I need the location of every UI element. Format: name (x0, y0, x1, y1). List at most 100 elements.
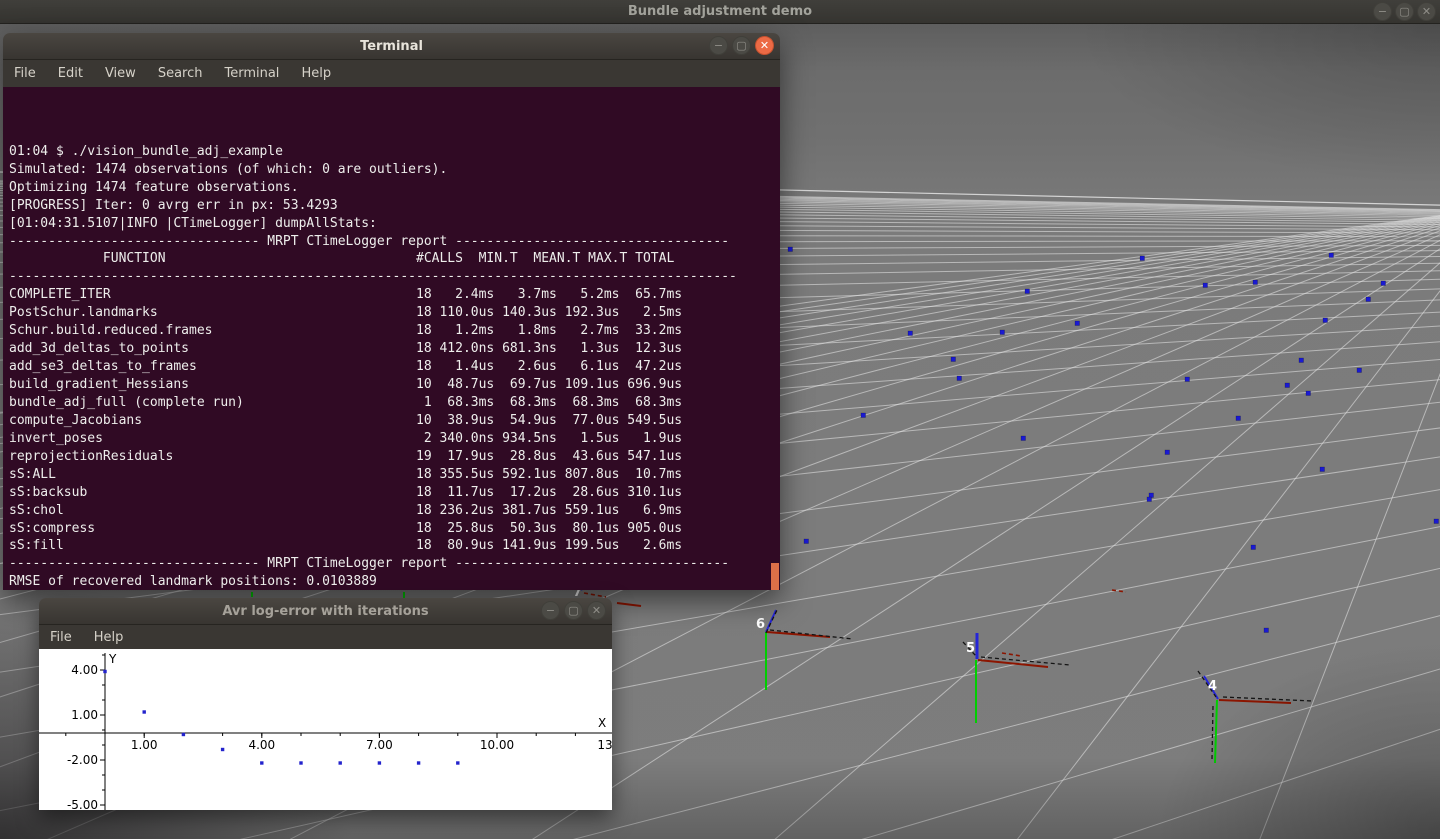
menu-item-edit[interactable]: Edit (47, 61, 94, 86)
minimize-button[interactable]: − (1373, 2, 1392, 21)
terminal-line: RMSE of recovered landmark positions: 0.… (9, 573, 780, 590)
x-tick-label: 4.00 (248, 738, 275, 752)
landmark-point (1329, 253, 1334, 258)
camera-frame-5: 5 (963, 633, 1070, 723)
landmark-point (1203, 283, 1208, 288)
landmark-point (1306, 391, 1311, 396)
terminal-line: COMPLETE_ITER 18 2.4ms 3.7ms 5.2ms 65.7m… (9, 286, 780, 304)
terminal-title: Terminal (360, 39, 423, 54)
terminal-line: Optimizing 1474 feature observations. (9, 179, 780, 197)
x-tick-label: 13.00 (597, 738, 612, 752)
plot-window-controls: − ▢ ✕ (541, 601, 606, 620)
landmark-points (788, 247, 1439, 633)
landmark-point (1366, 297, 1371, 302)
terminal-line: build_gradient_Hessians 10 48.7us 69.7us… (9, 376, 780, 394)
close-button[interactable]: ✕ (755, 36, 774, 55)
landmark-point (1357, 368, 1362, 373)
minimize-button[interactable]: − (709, 36, 728, 55)
plot-window: Avr log-error with iterations − ▢ ✕ File… (39, 598, 612, 810)
landmark-point (788, 247, 793, 252)
x-tick-label: 7.00 (366, 738, 393, 752)
y-tick-label: 4.00 (71, 663, 98, 677)
terminal-line: sS:ALL 18 355.5us 592.1us 807.8us 10.7ms (9, 466, 780, 484)
data-point (299, 761, 302, 764)
maximize-button[interactable]: ▢ (564, 601, 583, 620)
terminal-line: invert_poses 2 340.0ns 934.5ns 1.5us 1.9… (9, 430, 780, 448)
terminal-line: [PROGRESS] Iter: 0 avrg err in px: 53.42… (9, 197, 780, 215)
landmark-point (1251, 545, 1256, 550)
terminal-line: add_3d_deltas_to_points 18 412.0ns 681.3… (9, 340, 780, 358)
y-tick-label: -5.00 (67, 798, 98, 810)
data-point (260, 761, 263, 764)
menu-item-terminal[interactable]: Terminal (213, 61, 290, 86)
minimize-button[interactable]: − (541, 601, 560, 620)
landmark-point (1147, 497, 1152, 502)
terminal-line: Schur.build.reduced.frames 18 1.2ms 1.8m… (9, 322, 780, 340)
maximize-button[interactable]: ▢ (732, 36, 751, 55)
terminal-line: sS:fill 18 80.9us 141.9us 199.5us 2.6ms (9, 537, 780, 555)
landmark-point (1165, 450, 1170, 455)
main-window-titlebar: Bundle adjustment demo − ▢ ✕ (0, 0, 1440, 24)
terminal-line: -------------------------------- MRPT CT… (9, 555, 780, 573)
menu-item-view[interactable]: View (94, 61, 147, 86)
landmark-point (1299, 358, 1304, 363)
terminal-menubar: FileEditViewSearchTerminalHelp (3, 60, 780, 87)
desktop: 6547 Bundle adjustment demo − ▢ ✕ Termin… (0, 0, 1440, 839)
close-button[interactable]: ✕ (1417, 2, 1436, 21)
camera-label: 6 (756, 617, 765, 632)
terminal-line: add_se3_deltas_to_frames 18 1.4us 2.6us … (9, 358, 780, 376)
landmark-point (1323, 318, 1328, 323)
plot-axes: 1.00 4.00 7.00 10.00 13.00 4.00 1.00 -2.00 -5.00… (39, 652, 612, 810)
menu-item-file[interactable]: File (39, 625, 83, 650)
menu-item-help[interactable]: Help (83, 625, 135, 650)
close-button[interactable]: ✕ (587, 601, 606, 620)
y-tick-label: -2.00 (67, 753, 98, 767)
data-point (103, 670, 106, 673)
landmark-point (1000, 330, 1005, 335)
plot-titlebar[interactable]: Avr log-error with iterations − ▢ ✕ (39, 598, 612, 625)
menu-item-search[interactable]: Search (147, 61, 214, 86)
terminal-line: bundle_adj_full (complete run) 1 68.3ms … (9, 394, 780, 412)
menu-item-help[interactable]: Help (290, 61, 342, 86)
terminal-line: sS:chol 18 236.2us 381.7us 559.1us 6.9ms (9, 502, 780, 520)
terminal-output[interactable]: 01:04 $ ./vision_bundle_adj_exampleSimul… (3, 87, 780, 590)
landmark-point (804, 539, 809, 544)
landmark-point (1264, 628, 1269, 633)
landmark-point (908, 331, 913, 336)
landmark-point (1075, 321, 1080, 326)
landmark-point (1285, 383, 1290, 388)
landmark-point (1434, 519, 1439, 524)
y-tick-label: 1.00 (71, 708, 98, 722)
terminal-line: sS:backsub 18 11.7us 17.2us 28.6us 310.1… (9, 484, 780, 502)
terminal-window: Terminal − ▢ ✕ FileEditViewSearchTermina… (3, 33, 780, 590)
camera-label: 5 (966, 641, 975, 656)
terminal-line: compute_Jacobians 10 38.9us 54.9us 77.0u… (9, 412, 780, 430)
terminal-line: FUNCTION #CALLS MIN.T MEAN.T MAX.T TOTAL (9, 250, 780, 268)
landmark-point (1236, 416, 1241, 421)
landmark-point (1253, 280, 1258, 285)
terminal-line: [01:04:31.5107|INFO |CTimeLogger] dumpAl… (9, 215, 780, 233)
data-point (182, 733, 185, 736)
terminal-line: 01:04 $ ./vision_bundle_adj_example (9, 143, 780, 161)
x-tick-label: 10.00 (480, 738, 514, 752)
camera-label: 4 (1208, 679, 1217, 694)
x-tick-label: 1.00 (131, 738, 158, 752)
terminal-scrollbar[interactable] (771, 563, 779, 590)
data-point (339, 761, 342, 764)
terminal-window-controls: − ▢ ✕ (709, 36, 774, 55)
camera-frame-6: 6 (756, 608, 853, 690)
terminal-line: ----------------------------------------… (9, 268, 780, 286)
menu-item-file[interactable]: File (3, 61, 47, 86)
landmark-point (1021, 436, 1026, 441)
terminal-line: reprojectionResiduals 19 17.9us 28.8us 4… (9, 448, 780, 466)
data-point (221, 748, 224, 751)
y-axis-label: Y (108, 652, 117, 666)
terminal-line: PostSchur.landmarks 18 110.0us 140.3us 1… (9, 304, 780, 322)
plot-canvas[interactable]: 1.00 4.00 7.00 10.00 13.00 4.00 1.00 -2.00 -5.00… (39, 649, 612, 810)
plot-menubar: FileHelp (39, 625, 612, 649)
data-point (143, 710, 146, 713)
terminal-titlebar[interactable]: Terminal − ▢ ✕ (3, 33, 780, 60)
landmark-point (1381, 281, 1386, 286)
maximize-button[interactable]: ▢ (1395, 2, 1414, 21)
main-window-controls: − ▢ ✕ (1373, 2, 1436, 21)
